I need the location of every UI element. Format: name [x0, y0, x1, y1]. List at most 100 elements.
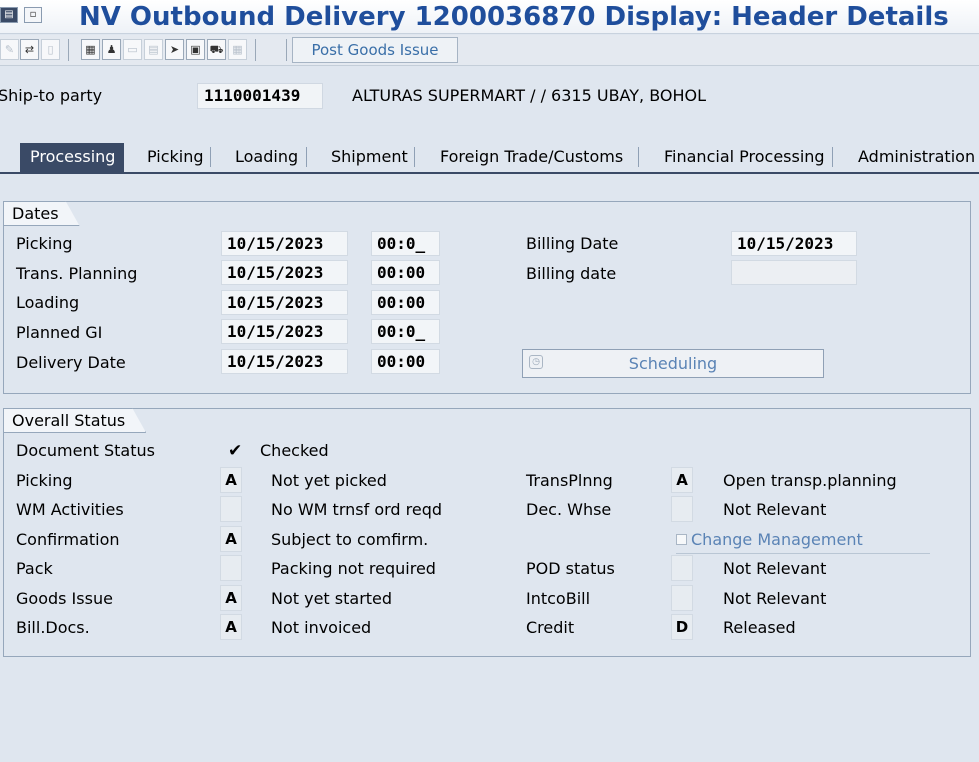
display-change-icon[interactable]: ⇄ [20, 39, 39, 60]
scheduling-button[interactable]: ◷ Scheduling [522, 349, 824, 378]
items-overview-icon[interactable]: ▦ [81, 39, 100, 60]
tab-administration[interactable]: Administration [858, 143, 975, 173]
pack-code[interactable] [220, 555, 242, 581]
confirmation-text: Subject to comfirm. [271, 530, 429, 549]
goods-issue-label: Goods Issue [16, 589, 113, 608]
dec-whse-code[interactable] [671, 496, 693, 522]
confirmation-label: Confirmation [16, 530, 120, 549]
trans-planning-time-field[interactable]: 00:00 [371, 260, 440, 285]
title-bar: ▤ ▫ NV Outbound Delivery 1200036870 Disp… [0, 0, 979, 34]
checkbox-icon [676, 534, 687, 545]
delivery-date-field[interactable]: 10/15/2023 [221, 349, 348, 374]
shipment-icon[interactable]: ⛟ [207, 39, 226, 60]
pod-status-label: POD status [526, 559, 615, 578]
tab-strip: Processing Picking Loading Shipment Fore… [0, 141, 979, 173]
window-controls: ▤ ▫ [0, 7, 42, 23]
billing-date2-label: Billing date [526, 264, 617, 283]
picking-date-field[interactable]: 10/15/2023 [221, 231, 348, 256]
planned-gi-label: Planned GI [16, 323, 103, 342]
tab-separator [832, 147, 833, 167]
dates-group-title: Dates [3, 201, 80, 226]
tab-processing[interactable]: Processing [20, 143, 124, 173]
overall-status-group: Overall Status Document Status ✔ Checked… [3, 408, 971, 657]
intcobill-label: IntcoBill [526, 589, 591, 608]
shipto-label: Ship-to party [0, 86, 103, 105]
delete-icon[interactable]: ▯ [41, 39, 60, 60]
picking-status-text: Not yet picked [271, 471, 387, 490]
wm-activities-text: No WM trnsf ord reqd [271, 500, 443, 519]
intcobill-text: Not Relevant [723, 589, 827, 608]
minimize-icon[interactable]: ▫ [24, 7, 42, 23]
pod-status-text: Not Relevant [723, 559, 827, 578]
credit-text: Released [723, 618, 796, 637]
calendar-icon[interactable]: ▦ [228, 39, 247, 60]
dates-group: Dates Picking 10/15/2023 00:0_ Trans. Pl… [3, 201, 971, 394]
transplnng-code[interactable]: A [671, 467, 693, 493]
scheduling-button-label: Scheduling [628, 354, 718, 373]
loading-date-label: Loading [16, 293, 80, 312]
loading-date-field[interactable]: 10/15/2023 [221, 290, 348, 315]
goods-movement-icon[interactable]: ➤ [165, 39, 184, 60]
checkmark-icon: ✔ [228, 441, 243, 461]
credit-code[interactable]: D [671, 614, 693, 640]
picking-date-label: Picking [16, 234, 73, 253]
tab-separator [414, 147, 415, 167]
tab-loading[interactable]: Loading [235, 143, 298, 173]
picking-status-label: Picking [16, 471, 73, 490]
header-icon[interactable]: ▭ [123, 39, 142, 60]
shipto-field[interactable]: 1110001439 [197, 83, 323, 109]
scheduling-icon: ◷ [529, 355, 543, 369]
tab-shipment[interactable]: Shipment [331, 143, 408, 173]
change-management-label: Change Management [691, 530, 863, 549]
bill-docs-code[interactable]: A [220, 614, 242, 640]
trans-planning-date-field[interactable]: 10/15/2023 [221, 260, 348, 285]
transplnng-label: TransPlnng [526, 471, 613, 490]
bill-docs-label: Bill.Docs. [16, 618, 90, 637]
window-title: NV Outbound Delivery 1200036870 Display:… [79, 2, 949, 32]
loading-time-field[interactable]: 00:00 [371, 290, 440, 315]
pack-label: Pack [16, 559, 53, 578]
document-status-text: Checked [260, 441, 329, 460]
picking-time-field[interactable]: 00:0_ [371, 231, 440, 256]
tab-picking[interactable]: Picking [147, 143, 204, 173]
toolbar-separator [255, 39, 256, 61]
planned-gi-date-field[interactable]: 10/15/2023 [221, 319, 348, 344]
partner-icon[interactable]: ♟ [102, 39, 121, 60]
application-toolbar: ✎ ⇄ ▯ ▦ ♟ ▭ ▤ ➤ ▣ ⛟ ▦ Post Goods Issue [0, 35, 979, 66]
transplnng-text: Open transp.planning [723, 471, 897, 490]
shipto-description: ALTURAS SUPERMART / / 6315 UBAY, BOHOL [352, 86, 707, 105]
billing-date2-field[interactable] [731, 260, 857, 285]
change-management-checkbox[interactable]: Change Management [676, 528, 930, 554]
post-goods-issue-button[interactable]: Post Goods Issue [292, 37, 458, 63]
edit-pencil-icon[interactable]: ✎ [0, 39, 19, 60]
intcobill-code[interactable] [671, 585, 693, 611]
tab-separator [210, 147, 211, 167]
toolbar-separator [68, 39, 69, 61]
delivery-date-label: Delivery Date [16, 353, 126, 372]
tab-separator [306, 147, 307, 167]
trans-planning-label: Trans. Planning [16, 264, 138, 283]
texts-icon[interactable]: ▤ [144, 39, 163, 60]
document-status-label: Document Status [16, 441, 155, 460]
credit-label: Credit [526, 618, 575, 637]
tab-foreign-trade[interactable]: Foreign Trade/Customs [440, 143, 623, 173]
picking-status-code[interactable]: A [220, 467, 242, 493]
planned-gi-time-field[interactable]: 00:0_ [371, 319, 440, 344]
tab-financial-processing[interactable]: Financial Processing [664, 143, 825, 173]
billing-date-field[interactable]: 10/15/2023 [731, 231, 857, 256]
wm-activities-code[interactable] [220, 496, 242, 522]
delivery-time-field[interactable]: 00:00 [371, 349, 440, 374]
billing-date-label: Billing Date [526, 234, 619, 253]
confirmation-code[interactable]: A [220, 526, 242, 552]
wm-activities-label: WM Activities [16, 500, 124, 519]
bill-docs-text: Not invoiced [271, 618, 372, 637]
output-icon[interactable]: ▣ [186, 39, 205, 60]
goods-issue-text: Not yet started [271, 589, 393, 608]
goods-issue-code[interactable]: A [220, 585, 242, 611]
dec-whse-label: Dec. Whse [526, 500, 612, 519]
toolbar-separator [286, 39, 287, 61]
system-menu-icon[interactable]: ▤ [0, 7, 18, 23]
pack-text: Packing not required [271, 559, 436, 578]
pod-status-code[interactable] [671, 555, 693, 581]
overall-status-title: Overall Status [3, 408, 146, 433]
